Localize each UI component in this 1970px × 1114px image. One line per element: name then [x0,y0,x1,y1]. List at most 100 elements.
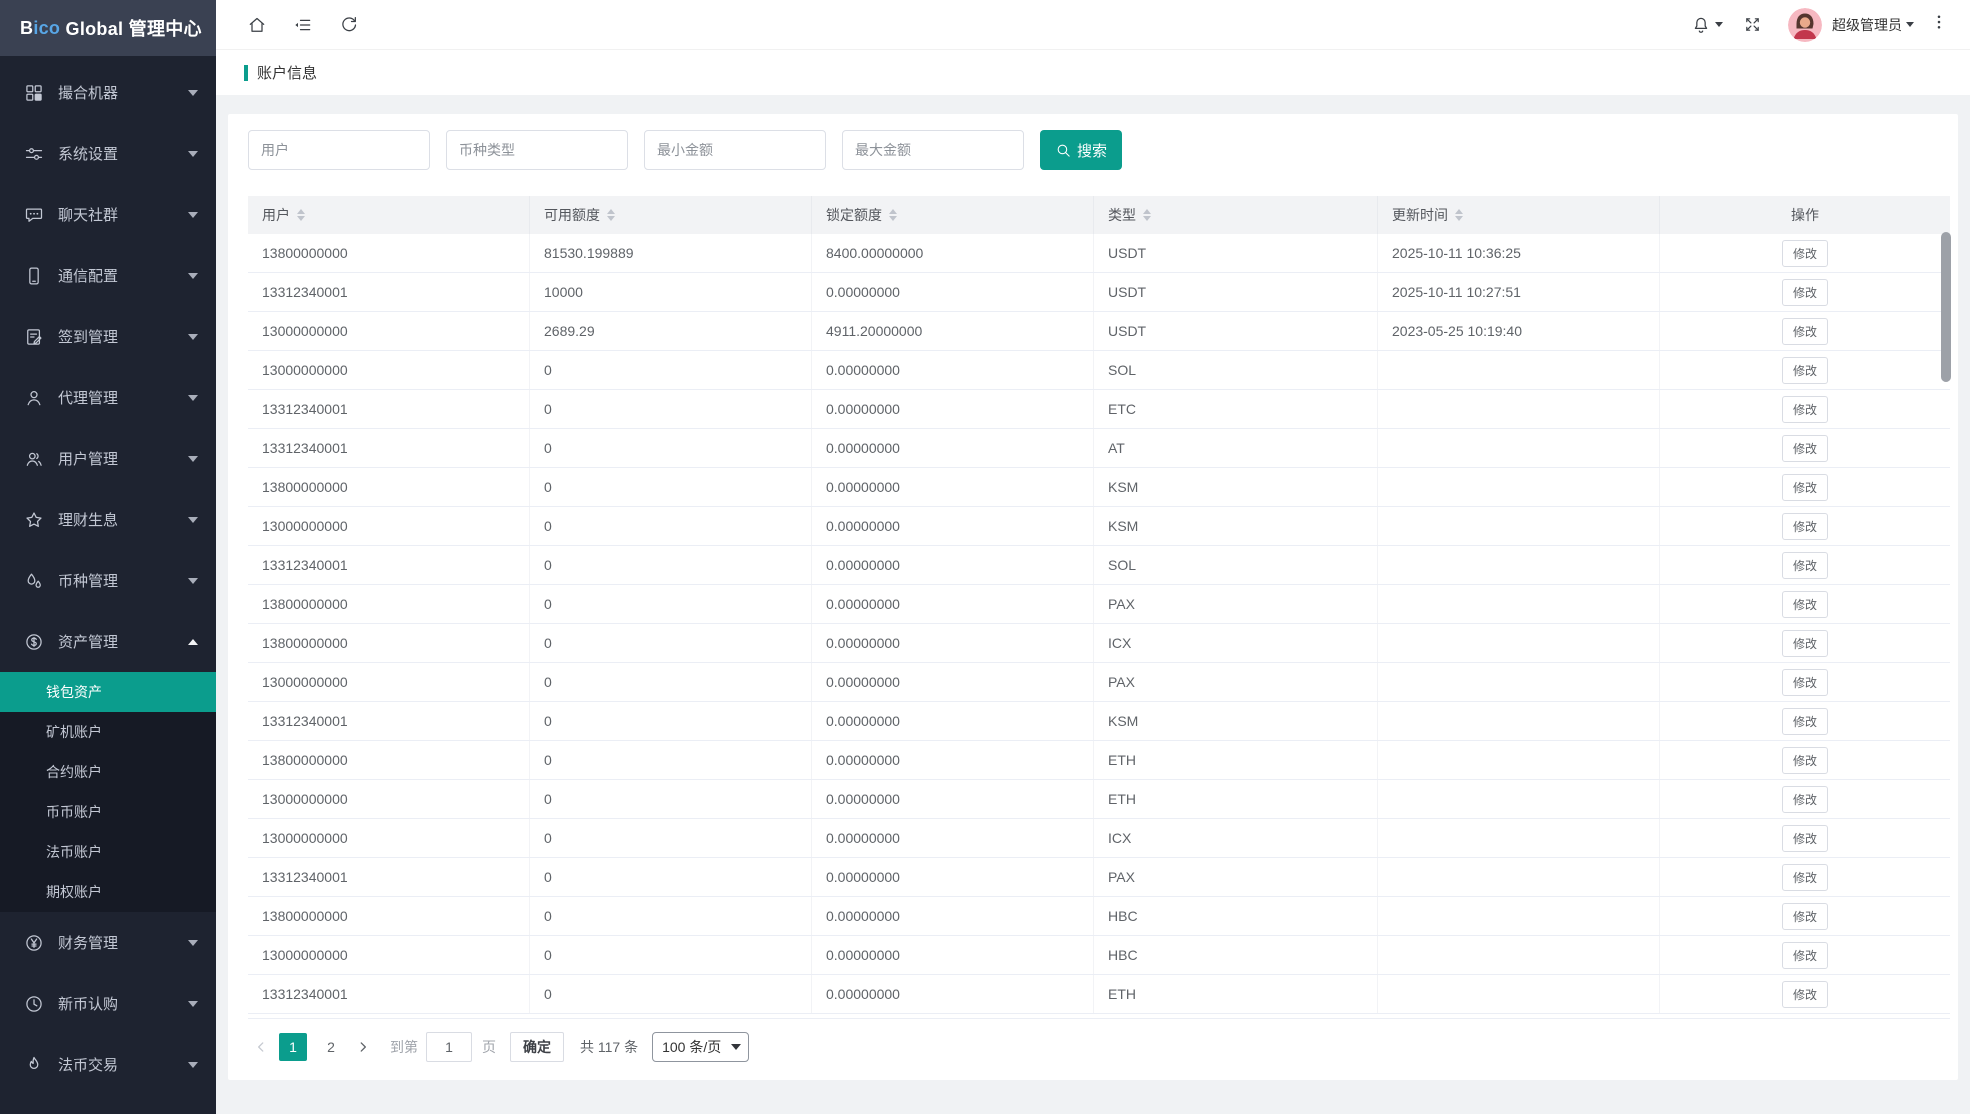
sidebar-item-agent[interactable]: 代理管理 [0,367,216,428]
edit-button[interactable]: 修改 [1782,240,1828,267]
flame-icon [24,1055,44,1075]
chevron-down-icon [188,90,198,96]
sidebar-item-yen[interactable]: 财务管理 [0,912,216,973]
cell-locked: 0.00000000 [812,702,1094,740]
page-number-2[interactable]: 2 [317,1033,345,1061]
avatar[interactable] [1788,8,1822,42]
sidebar-subitem[interactable]: 合约账户 [0,752,216,792]
edit-button[interactable]: 修改 [1782,552,1828,579]
table-scrollbar[interactable] [1941,232,1951,382]
column-header[interactable]: 锁定额度 [812,196,1094,234]
cell-updated [1378,741,1660,779]
edit-button[interactable]: 修改 [1782,786,1828,813]
fullscreen-button[interactable] [1743,15,1762,34]
sidebar-item-phone[interactable]: 通信配置 [0,245,216,306]
sidebar-item-flame[interactable]: 法币交易 [0,1034,216,1095]
edit-button[interactable]: 修改 [1782,825,1828,852]
cell-locked: 0.00000000 [812,273,1094,311]
sidebar-subitem[interactable]: 币币账户 [0,792,216,832]
edit-button[interactable]: 修改 [1782,708,1828,735]
cell-updated [1378,858,1660,896]
sidebar-submenu: 钱包资产矿机账户合约账户币币账户法币账户期权账户 [0,672,216,912]
edit-button[interactable]: 修改 [1782,630,1828,657]
edit-button[interactable]: 修改 [1782,981,1828,1008]
cell-type: PAX [1094,585,1378,623]
edit-button[interactable]: 修改 [1782,942,1828,969]
cell-available: 0 [530,624,812,662]
cell-user: 13800000000 [248,468,530,506]
edit-button[interactable]: 修改 [1782,474,1828,501]
cell-actions: 修改 [1660,975,1950,1013]
home-icon[interactable] [247,15,267,35]
cell-type: ETH [1094,741,1378,779]
table-row: 1331234000100.00000000AT修改 [248,429,1950,468]
sidebar-item-star[interactable]: 理财生息 [0,489,216,550]
user-menu[interactable]: 超级管理员 [1832,15,1914,35]
prev-page-button[interactable] [248,1033,274,1061]
sidebar-item-clock[interactable]: 新币认购 [0,973,216,1034]
user-filter-input[interactable] [248,130,430,170]
agent-icon [24,388,44,408]
table-row: 1300000000000.00000000SOL修改 [248,351,1950,390]
yen-icon [24,933,44,953]
edit-button[interactable]: 修改 [1782,318,1828,345]
confirm-button[interactable]: 确定 [510,1032,564,1062]
edit-button[interactable]: 修改 [1782,396,1828,423]
fold-menu-icon[interactable] [293,15,313,35]
cell-actions: 修改 [1660,273,1950,311]
sidebar-item-chat[interactable]: 聊天社群 [0,184,216,245]
coin-type-filter-input[interactable] [446,130,628,170]
edit-button[interactable]: 修改 [1782,864,1828,891]
cell-available: 0 [530,897,812,935]
filter-bar: 搜索 [248,130,1950,170]
sort-icon [297,209,305,221]
cell-updated [1378,897,1660,935]
sidebar-item-dollar[interactable]: 资产管理 [0,611,216,672]
column-header[interactable]: 用户 [248,196,530,234]
edit-button[interactable]: 修改 [1782,357,1828,384]
edit-button[interactable]: 修改 [1782,747,1828,774]
edit-button[interactable]: 修改 [1782,591,1828,618]
sidebar-item-checkin[interactable]: 签到管理 [0,306,216,367]
sidebar-item-label: 聊天社群 [58,204,188,225]
sidebar-subitem[interactable]: 法币账户 [0,832,216,872]
sidebar-subitem[interactable]: 矿机账户 [0,712,216,752]
column-header[interactable]: 可用额度 [530,196,812,234]
edit-button[interactable]: 修改 [1782,513,1828,540]
cell-user: 13800000000 [248,741,530,779]
min-amount-filter-input[interactable] [644,130,826,170]
chevron-down-icon [188,212,198,218]
sidebar-item-grid[interactable]: 撮合机器 [0,62,216,123]
more-dots-icon[interactable] [1930,13,1948,36]
page-title: 账户信息 [257,62,317,83]
edit-button[interactable]: 修改 [1782,435,1828,462]
column-header[interactable]: 类型 [1094,196,1378,234]
search-icon [1055,142,1072,159]
edit-button[interactable]: 修改 [1782,669,1828,696]
goto-page-input[interactable] [426,1032,472,1062]
sidebar-item-drops[interactable]: 币种管理 [0,550,216,611]
refresh-icon[interactable] [339,15,359,35]
search-button[interactable]: 搜索 [1040,130,1122,170]
cell-actions: 修改 [1660,897,1950,935]
sidebar-item-users[interactable]: 用户管理 [0,428,216,489]
cell-type: USDT [1094,312,1378,350]
cell-type: HBC [1094,936,1378,974]
cell-available: 0 [530,858,812,896]
column-header[interactable]: 更新时间 [1378,196,1660,234]
cell-updated [1378,585,1660,623]
edit-button[interactable]: 修改 [1782,903,1828,930]
max-amount-filter-input[interactable] [842,130,1024,170]
edit-button[interactable]: 修改 [1782,279,1828,306]
cell-updated [1378,702,1660,740]
page-number-1[interactable]: 1 [279,1033,307,1061]
sidebar-subitem[interactable]: 期权账户 [0,872,216,912]
next-page-button[interactable] [350,1033,376,1061]
sidebar-item-sliders[interactable]: 系统设置 [0,123,216,184]
page-size-select[interactable]: 100 条/页 [652,1032,749,1062]
sidebar-subitem[interactable]: 钱包资产 [0,672,216,712]
sidebar-item-label: 法币交易 [58,1054,188,1075]
notifications-button[interactable] [1691,15,1723,35]
chevron-right-icon [356,1040,370,1054]
app-title: Bico Global 管理中心 [0,0,216,56]
